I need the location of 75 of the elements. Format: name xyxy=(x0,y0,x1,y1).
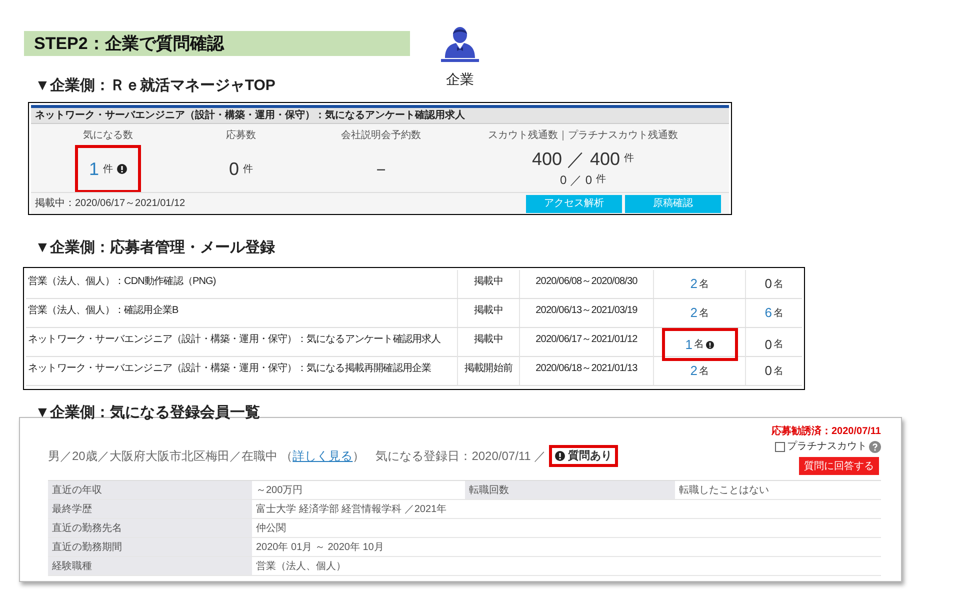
job-title[interactable]: 営業（法人、個人）：確認用企業B xyxy=(28,305,178,316)
detail-value: 富士大学 経済学部 経営情報学科 ／2021年 xyxy=(256,502,447,516)
count-unit: 名 xyxy=(699,278,709,292)
period-text: 2020/06/13～2021/03/19 xyxy=(536,304,638,318)
stat-label: スカウト残通数｜プラチナスカウト残通数 xyxy=(488,128,678,143)
detail-value: 営業（法人、個人） xyxy=(256,560,346,574)
detail-label: 直近の年収 xyxy=(52,484,102,498)
stat-unit: 件 xyxy=(624,152,634,166)
job-title[interactable]: ネットワーク・サーバエンジニア（設計・構築・運用・保守）：気になる掲載再開確認用企業 xyxy=(28,363,432,374)
count-value[interactable]: 6 xyxy=(764,303,772,323)
count-value[interactable]: 2 xyxy=(690,274,698,294)
invited-date: 応募勧誘済：2020/07/11 xyxy=(772,426,881,438)
detail-value: ～200万円 xyxy=(256,484,303,498)
section-heading: ▼企業側：気になる登録会員一覧 xyxy=(35,404,261,422)
stat-value: － xyxy=(372,160,390,178)
stat-sub-unit: 件 xyxy=(596,173,606,187)
posting-period: 掲載中：2020/06/17～2021/01/12 xyxy=(35,196,186,211)
details-link[interactable]: 詳しく見る xyxy=(292,449,353,463)
status-text: 掲載中 xyxy=(474,274,503,289)
detail-value: 2020年 01月 ～ 2020年 10月 xyxy=(256,540,384,554)
count-unit: 名 xyxy=(694,338,704,352)
count-value[interactable]: 1 xyxy=(685,334,692,354)
stat-label: 気になる数 xyxy=(83,129,133,143)
status-text: 掲載中 xyxy=(474,304,503,318)
status-text: 掲載開始前 xyxy=(464,362,512,376)
count-unit: 名 xyxy=(774,306,784,320)
detail-value: 仲公関 xyxy=(256,522,286,536)
platinum-checkbox[interactable] xyxy=(775,442,785,452)
status-text: 掲載中 xyxy=(474,332,503,347)
count-unit: 名 xyxy=(699,364,709,378)
section-heading: ▼企業側：Ｒｅ就活マネージャTOP xyxy=(35,77,276,95)
count-value[interactable]: 2 xyxy=(690,303,698,323)
count-value: 0 xyxy=(764,275,772,294)
count-unit: 名 xyxy=(699,306,709,320)
count-unit: 名 xyxy=(774,364,784,378)
count-value[interactable]: 2 xyxy=(690,361,698,381)
question-label: 質問あり xyxy=(568,448,612,464)
section-heading: ▼企業側：応募者管理・メール登録 xyxy=(35,239,276,257)
job-title[interactable]: 営業（法人、個人）：CDN動作確認（PNG) xyxy=(28,276,216,287)
step-header: STEP2：企業で質問確認 xyxy=(24,31,410,56)
job-title-bar: ネットワーク・サーバエンジニア（設計・構築・運用・保守）：気になるアンケート確認用求人 xyxy=(31,108,729,124)
stat-label: 応募数 xyxy=(226,128,256,143)
stat-sub-value: 0 ／ 0 xyxy=(560,172,592,188)
action-button[interactable]: アクセス解析 xyxy=(526,194,622,212)
person-icon xyxy=(440,25,480,63)
action-button[interactable]: 原稿確認 xyxy=(625,194,721,212)
detail-label: 直近の勤務期間 xyxy=(52,540,122,554)
job-title[interactable]: ネットワーク・サーバエンジニア（設計・構築・運用・保守）：気になるアンケート確認用求人 xyxy=(28,334,441,345)
answer-button[interactable]: 質問に回答する xyxy=(799,457,879,475)
count-unit: 名 xyxy=(774,278,784,292)
stat-value: 400 ／ 400 xyxy=(532,150,620,168)
platinum-label: プラチナスカウト xyxy=(787,440,867,454)
detail-value: 転職したことはない xyxy=(679,484,769,498)
detail-label: 直近の勤務先名 xyxy=(52,522,122,536)
period-text: 2020/06/08～2020/08/30 xyxy=(536,275,638,289)
member-summary: 男／20歳／大阪府大阪市北区梅田／在職中 （詳しく見る） xyxy=(48,448,365,465)
alert-icon xyxy=(555,451,566,461)
detail-label: 転職回数 xyxy=(469,484,509,498)
stat-value[interactable]: 1 xyxy=(88,160,99,178)
stat-unit: 件 xyxy=(103,162,113,176)
detail-label: 経験職種 xyxy=(52,560,92,574)
count-unit: 名 xyxy=(774,338,784,352)
actor-label: 企業 xyxy=(446,70,474,89)
period-text: 2020/06/17～2021/01/12 xyxy=(536,333,638,347)
alert-icon xyxy=(706,340,714,348)
registered-date: 気になる登録日：2020/07/11 ／ xyxy=(376,448,546,465)
detail-label: 最終学歴 xyxy=(52,502,92,516)
help-icon[interactable] xyxy=(869,440,881,452)
stat-label: 会社説明会予約数 xyxy=(341,128,421,143)
stat-unit: 件 xyxy=(243,162,253,176)
period-text: 2020/06/18～2021/01/13 xyxy=(536,362,638,376)
alert-icon xyxy=(117,164,127,174)
count-value: 0 xyxy=(764,362,772,380)
stat-value: 0 xyxy=(228,160,239,178)
count-value: 0 xyxy=(764,336,772,354)
